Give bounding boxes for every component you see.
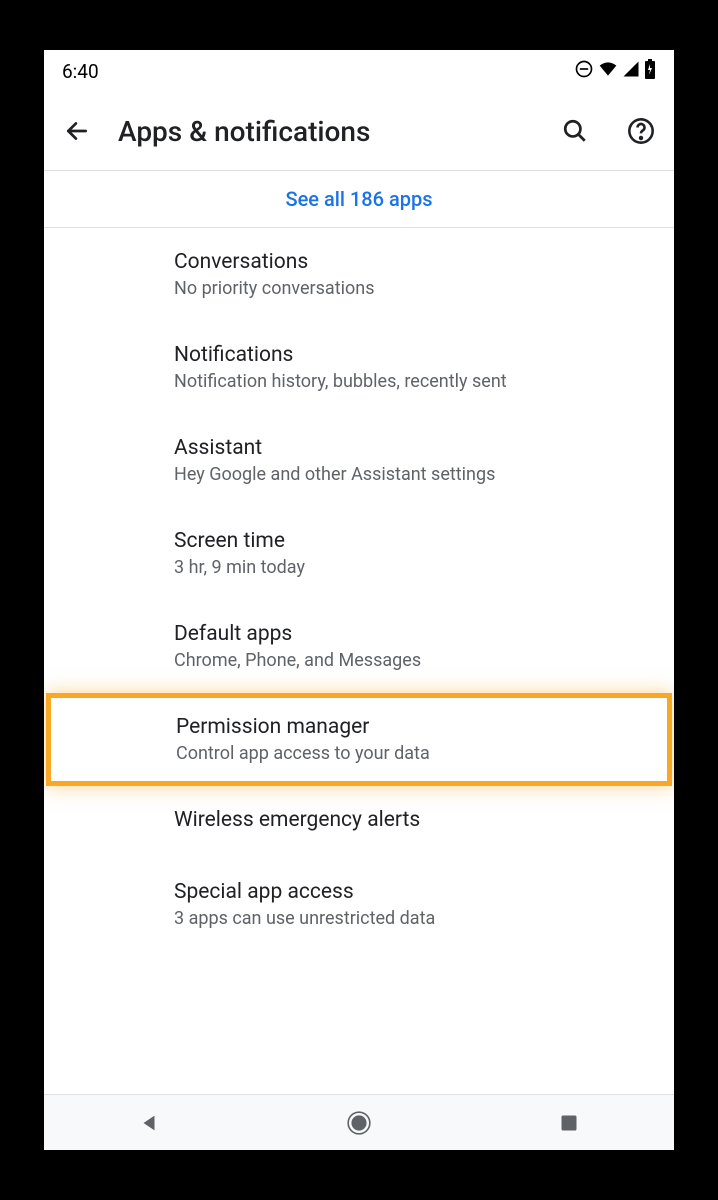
dnd-icon — [574, 59, 594, 84]
item-subtitle: Control app access to your data — [176, 743, 667, 764]
item-title: Special app access — [174, 880, 674, 904]
item-title: Notifications — [174, 343, 674, 367]
permission-manager-item[interactable]: Permission manager Control app access to… — [46, 693, 672, 786]
default-apps-item[interactable]: Default apps Chrome, Phone, and Messages — [44, 600, 674, 693]
see-all-label: See all 186 apps — [285, 187, 432, 211]
nav-back-button[interactable] — [134, 1108, 164, 1138]
assistant-item[interactable]: Assistant Hey Google and other Assistant… — [44, 414, 674, 507]
item-title: Wireless emergency alerts — [174, 808, 674, 832]
conversations-item[interactable]: Conversations No priority conversations — [44, 228, 674, 321]
item-subtitle: 3 hr, 9 min today — [174, 557, 674, 578]
nav-home-button[interactable] — [344, 1108, 374, 1138]
wireless-alerts-item[interactable]: Wireless emergency alerts — [44, 786, 674, 858]
status-bar: 6:40 — [44, 50, 674, 92]
item-title: Permission manager — [176, 715, 667, 739]
status-icons — [574, 59, 656, 84]
item-title: Screen time — [174, 529, 674, 553]
see-all-apps-link[interactable]: See all 186 apps — [44, 170, 674, 228]
item-subtitle: Notification history, bubbles, recently … — [174, 371, 674, 392]
item-subtitle: Hey Google and other Assistant settings — [174, 464, 674, 485]
screen-time-item[interactable]: Screen time 3 hr, 9 min today — [44, 507, 674, 600]
item-subtitle: 3 apps can use unrestricted data — [174, 908, 674, 929]
battery-icon — [644, 59, 656, 84]
search-button[interactable] — [560, 116, 590, 146]
app-bar: Apps & notifications — [44, 92, 674, 170]
status-time: 6:40 — [62, 60, 99, 83]
nav-recents-button[interactable] — [554, 1108, 584, 1138]
notifications-item[interactable]: Notifications Notification history, bubb… — [44, 321, 674, 414]
special-app-access-item[interactable]: Special app access 3 apps can use unrest… — [44, 858, 674, 951]
item-subtitle: No priority conversations — [174, 278, 674, 299]
item-title: Default apps — [174, 622, 674, 646]
item-title: Conversations — [174, 250, 674, 274]
wifi-icon — [598, 59, 618, 84]
signal-icon — [622, 60, 640, 83]
settings-list: Conversations No priority conversations … — [44, 228, 674, 1094]
help-button[interactable] — [626, 116, 656, 146]
back-button[interactable] — [62, 116, 92, 146]
page-title: Apps & notifications — [118, 115, 534, 148]
item-subtitle: Chrome, Phone, and Messages — [174, 650, 674, 671]
item-title: Assistant — [174, 436, 674, 460]
navigation-bar — [44, 1094, 674, 1150]
device-frame: 6:40 Apps & notifications — [44, 50, 674, 1150]
